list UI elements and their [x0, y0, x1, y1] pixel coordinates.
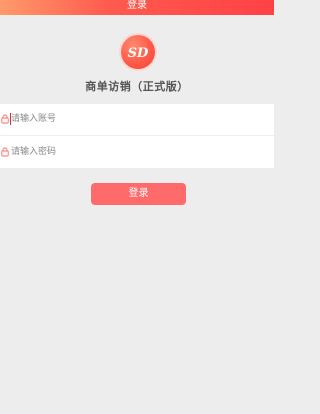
page-title: 登录	[127, 0, 147, 11]
lock-icon	[1, 147, 9, 157]
password-row	[0, 137, 274, 168]
app-logo: SD	[121, 35, 155, 69]
password-input[interactable]	[11, 144, 261, 160]
account-row	[0, 104, 274, 135]
app-title: 商单访销（正式版）	[85, 80, 189, 93]
logo-text: SD	[128, 46, 149, 61]
account-input[interactable]	[11, 111, 261, 127]
divider	[0, 135, 274, 136]
login-button[interactable]: 登录	[91, 183, 186, 205]
login-form	[0, 104, 274, 168]
lock-icon	[1, 114, 9, 124]
logo-mark-icon: SD	[128, 46, 149, 61]
header-bar: 登录	[0, 0, 274, 15]
